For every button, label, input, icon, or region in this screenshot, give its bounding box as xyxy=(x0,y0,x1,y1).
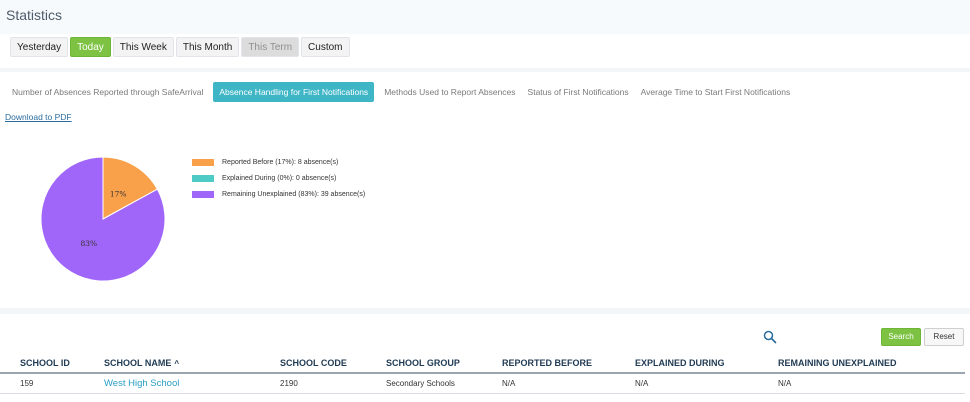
download-pdf-link[interactable]: Download to PDF xyxy=(5,112,72,122)
pie-chart: 17% 83% xyxy=(40,156,166,282)
period-today-button[interactable]: Today xyxy=(70,37,111,57)
legend-label: Reported Before (17%): 8 absence(s) xyxy=(222,158,339,166)
search-input[interactable] xyxy=(782,330,878,346)
column-header-school-code[interactable]: SCHOOL CODE xyxy=(280,352,347,374)
pie-slice-label: 83% xyxy=(80,239,97,248)
period-this-week-button[interactable]: This Week xyxy=(112,37,174,57)
period-selector: Yesterday Today This Week This Month Thi… xyxy=(10,37,350,57)
report-tabs: Number of Absences Reported through Safe… xyxy=(6,82,796,102)
sort-ascending-icon: ^ xyxy=(174,359,180,368)
period-this-term-button: This Term xyxy=(241,37,300,57)
tab-average-time[interactable]: Average Time to Start First Notification… xyxy=(635,82,797,102)
legend-swatch-remaining-unexplained xyxy=(192,190,214,198)
column-header-school-name[interactable]: SCHOOL NAME ^ xyxy=(104,352,179,375)
tab-methods-used[interactable]: Methods Used to Report Absences xyxy=(378,82,521,102)
column-header-label: SCHOOL NAME xyxy=(104,358,172,368)
period-yesterday-button[interactable]: Yesterday xyxy=(10,37,69,57)
cell-school-code: 2190 xyxy=(280,379,298,388)
legend-label: Remaining Unexplained (83%): 39 absence(… xyxy=(222,190,366,198)
tab-status-first-notifications[interactable]: Status of First Notifications xyxy=(522,82,635,102)
cell-remaining-unexplained: N/A xyxy=(778,379,792,388)
pie-slice-label: 17% xyxy=(110,189,127,198)
legend-item: Explained During (0%): 0 absence(s) xyxy=(192,170,365,186)
page-title: Statistics xyxy=(6,7,63,23)
legend-label: Explained During (0%): 0 absence(s) xyxy=(222,174,337,182)
cell-school-name-link[interactable]: West High School xyxy=(104,374,179,394)
legend-item: Remaining Unexplained (83%): 39 absence(… xyxy=(192,186,365,202)
table-header-row: SCHOOL ID SCHOOL NAME ^ SCHOOL CODE SCHOO… xyxy=(0,352,965,374)
title-bar: Statistics xyxy=(0,0,970,34)
legend-swatch-explained-during xyxy=(192,174,214,182)
search-button[interactable]: Search xyxy=(881,328,921,346)
section-divider xyxy=(0,68,970,72)
tab-absences-reported[interactable]: Number of Absences Reported through Safe… xyxy=(6,82,209,102)
table-row: 159 West High School 2190 Secondary Scho… xyxy=(0,374,965,394)
column-header-school-id[interactable]: SCHOOL ID xyxy=(20,352,70,374)
legend-swatch-reported-before xyxy=(192,158,214,166)
section-divider xyxy=(0,308,970,314)
period-custom-button[interactable]: Custom xyxy=(301,37,350,57)
column-header-school-group[interactable]: SCHOOL GROUP xyxy=(386,352,460,374)
legend-item: Reported Before (17%): 8 absence(s) xyxy=(192,154,365,170)
reset-button[interactable]: Reset xyxy=(924,328,964,346)
chart-legend: Reported Before (17%): 8 absence(s) Expl… xyxy=(192,154,365,202)
cell-explained-during: N/A xyxy=(635,379,649,388)
tab-absence-handling[interactable]: Absence Handling for First Notifications xyxy=(213,82,375,102)
column-header-remaining-unexplained[interactable]: REMAINING UNEXPLAINED xyxy=(778,352,897,374)
search-icon[interactable] xyxy=(763,330,777,344)
cell-school-group: Secondary Schools xyxy=(386,379,455,388)
column-header-reported-before[interactable]: REPORTED BEFORE xyxy=(502,352,592,374)
cell-school-id: 159 xyxy=(20,379,34,388)
schools-table: SCHOOL ID SCHOOL NAME ^ SCHOOL CODE SCHOO… xyxy=(0,352,965,394)
chart-panel: 17% 83% Reported Before (17%): 8 absence(… xyxy=(0,128,970,308)
cell-reported-before: N/A xyxy=(502,379,516,388)
column-header-explained-during[interactable]: EXPLAINED DURING xyxy=(635,352,725,374)
period-this-month-button[interactable]: This Month xyxy=(175,37,240,57)
